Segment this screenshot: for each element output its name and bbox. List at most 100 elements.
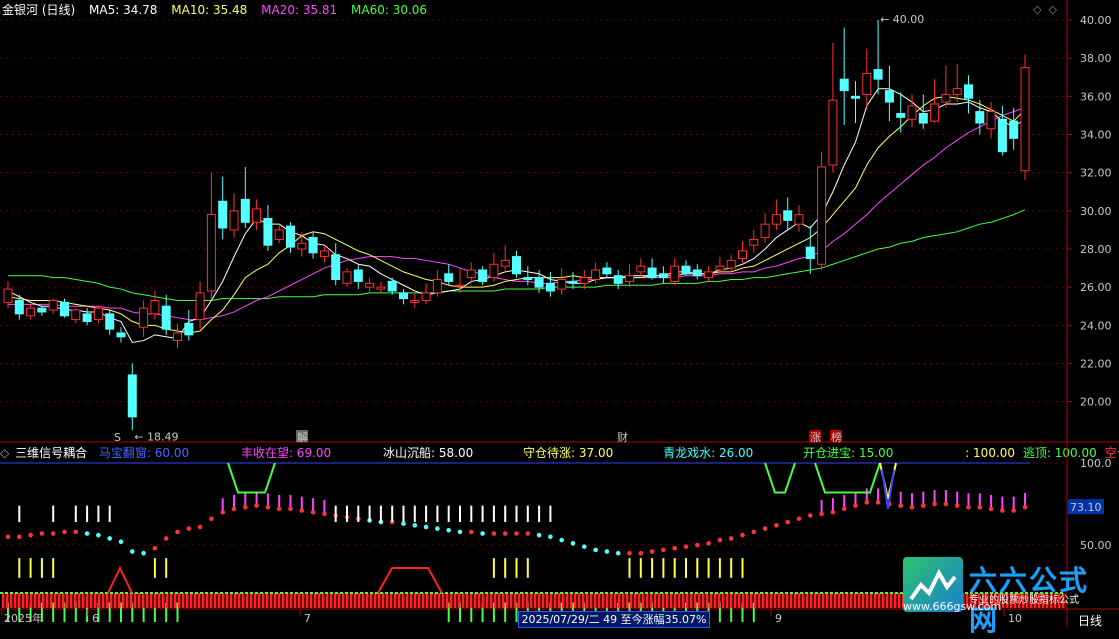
base-bar [70,593,73,608]
indicator-dot [39,531,45,536]
indicator-dot [130,549,135,554]
base-bar [818,593,821,608]
candle [127,363,137,431]
candle-body [534,277,544,288]
base-bar [466,593,469,608]
indicator-dot [276,506,282,512]
base-bar [74,593,77,608]
base-bar [894,593,897,608]
base-bar [658,593,661,608]
indicator-dot [5,534,11,540]
base-bar [722,593,725,608]
base-bar [278,593,281,608]
candle-body [907,105,917,120]
candle-body [930,103,940,122]
base-bar [662,593,665,608]
indicator-dot [638,550,644,556]
candle-body [975,111,985,124]
candle [331,243,341,286]
base-bar [546,593,549,608]
base-bar [254,593,257,608]
base-bar [718,593,721,608]
indicator-dot [423,524,429,530]
base-bar [886,593,889,608]
base-bar [882,593,885,608]
base-bar [286,593,289,608]
base-bar [122,593,125,608]
indicator-dot [706,541,711,546]
candle-body [387,280,397,292]
base-bar [106,593,109,608]
candle [941,65,951,108]
price-tick-label: 32.00 [1080,167,1112,180]
base-bar [578,593,581,608]
period-tab[interactable]: 日线 [1078,612,1102,629]
candle [964,75,973,114]
indicator-dot [762,526,768,531]
base-bar [26,593,29,608]
candle [26,304,36,320]
candle [873,20,883,95]
base-bar [874,593,877,608]
ma5-line [7,88,1026,344]
base-bar [530,593,533,608]
candle-body [851,95,860,99]
candle-body [184,322,194,336]
candle-body [331,254,341,281]
indicator-dot [559,537,564,543]
candle-body [489,263,499,279]
base-bar [534,593,537,608]
indicator-dot [446,527,452,533]
candle-body [647,267,657,279]
base-bar [694,593,697,608]
base-bar [94,593,97,608]
base-bar [490,593,493,608]
base-bar [110,593,113,608]
candle [817,151,827,270]
candle [478,266,488,286]
base-bar [762,593,765,608]
base-bar [754,593,757,608]
base-bar [814,593,817,608]
base-bar [854,593,857,608]
indicator-dot [570,541,576,546]
date-label: 7 [304,612,311,625]
stock-chart[interactable]: 40.00 38.00 36.00 34.00 32.00 30.00 28.00 26.00… [0,0,1119,628]
indicator-dot [412,523,418,528]
candle [432,269,442,297]
indicator-dot [107,536,112,541]
base-bar [334,593,337,608]
candle-body [658,273,668,279]
base-bar [182,593,185,608]
base-bar [602,593,605,608]
candle-body [715,265,725,271]
candle-body [783,210,793,221]
base-bar [458,593,461,608]
base-bar [214,593,217,608]
candle-body [964,84,973,99]
candle [500,245,510,272]
red-plateau [377,567,443,594]
candle-body [48,300,58,311]
candle [930,79,940,124]
candle [48,298,58,314]
candle [116,327,126,343]
candle-body [342,271,352,284]
candle-body [421,292,431,302]
candle-body [523,277,533,281]
base-bar [398,593,401,608]
indicator-dot [672,545,677,551]
base-bar [270,593,273,608]
candle-body [116,332,126,338]
candle-body [692,269,702,277]
base-bar [606,593,609,608]
base-bar [386,593,389,608]
base-bar [354,593,357,608]
base-bar [666,593,669,608]
indicator-dot [1000,508,1005,513]
base-bar [498,593,501,608]
indicator-dot [299,508,305,513]
range-info[interactable]: 2025/07/29/二 49 至今涨幅35.07% [518,611,710,628]
price-tick-label: 20.00 [1080,396,1112,409]
candle-body [206,214,216,292]
